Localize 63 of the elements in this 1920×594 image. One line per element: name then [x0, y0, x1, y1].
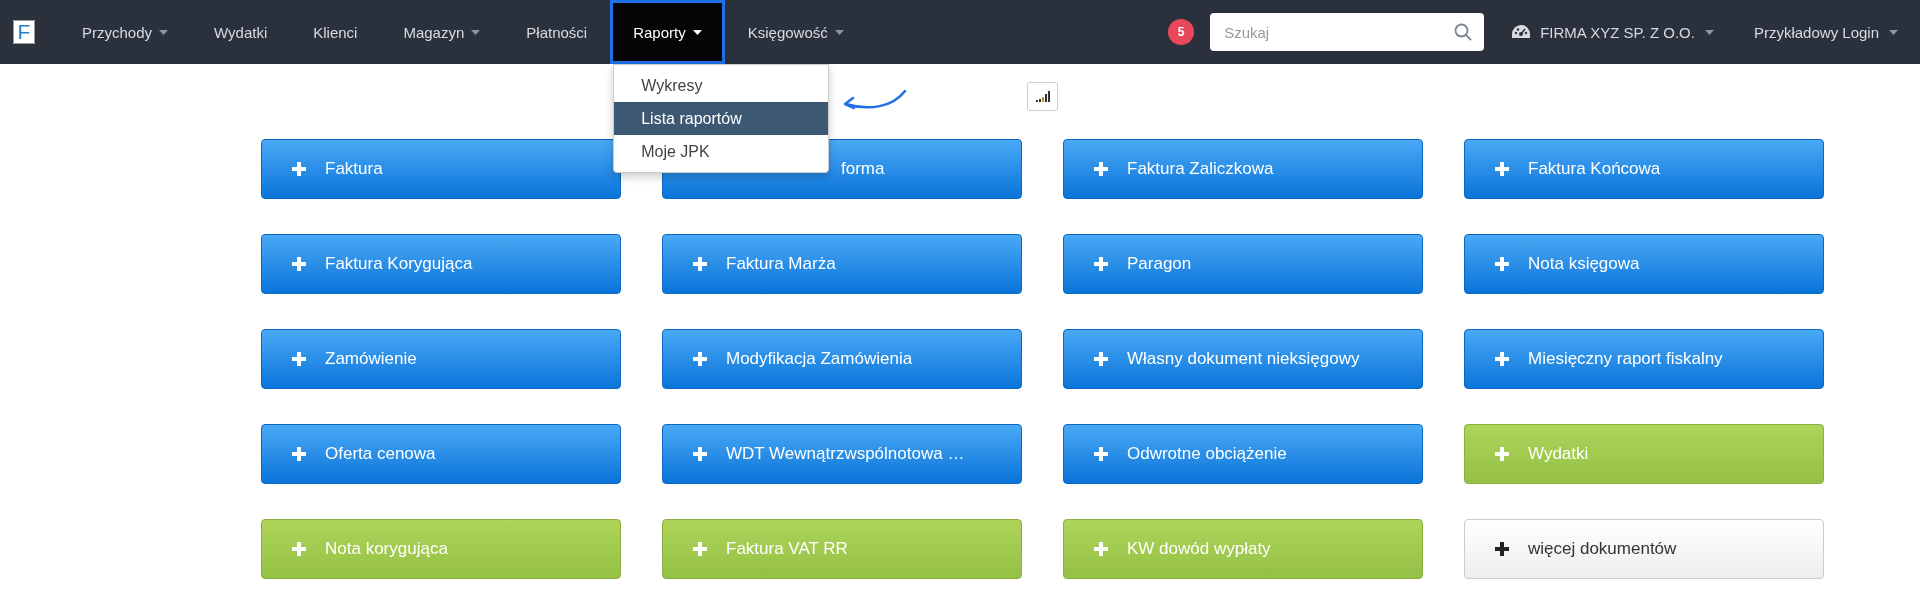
- plus-icon: [1094, 162, 1108, 176]
- plus-icon: [1495, 162, 1509, 176]
- new-document-button[interactable]: Faktura Końcowa: [1464, 139, 1824, 199]
- new-document-button[interactable]: KW dowód wypłaty: [1063, 519, 1423, 579]
- new-document-button[interactable]: Faktura: [261, 139, 621, 199]
- plus-icon: [292, 352, 306, 366]
- caret-icon: [1704, 29, 1714, 35]
- search-field[interactable]: Szukaj: [1210, 13, 1485, 51]
- chart-toggle-button[interactable]: [1027, 82, 1058, 111]
- nav-item[interactable]: Raporty: [610, 0, 725, 64]
- new-document-button[interactable]: Paragon: [1063, 234, 1423, 294]
- plus-icon: [1094, 352, 1108, 366]
- caret-icon: [692, 29, 702, 35]
- new-document-button[interactable]: Wydatki: [1464, 424, 1824, 484]
- nav-item[interactable]: Księgowość: [724, 0, 867, 64]
- plus-icon: [1495, 352, 1509, 366]
- nav-item[interactable]: Wydatki: [191, 0, 291, 64]
- menu-item[interactable]: Wykresy: [614, 69, 829, 102]
- new-document-button[interactable]: Faktura VAT RR: [662, 519, 1022, 579]
- dashboard-icon: [1512, 25, 1531, 39]
- new-document-button[interactable]: Faktura Zaliczkowa: [1063, 139, 1423, 199]
- new-document-button[interactable]: więcej dokumentów: [1464, 519, 1824, 579]
- notification-badge[interactable]: 5: [1168, 19, 1195, 45]
- new-document-button[interactable]: Faktura Marża: [662, 234, 1022, 294]
- nav-item[interactable]: Płatności: [503, 0, 611, 64]
- app-logo[interactable]: F: [13, 20, 35, 44]
- new-document-button[interactable]: Modyfikacja Zamówienia: [662, 329, 1022, 389]
- search-icon[interactable]: [1454, 23, 1473, 41]
- curved-arrow-icon: [843, 90, 907, 112]
- new-document-button[interactable]: Zamówienie: [261, 329, 621, 389]
- caret-icon: [834, 29, 844, 35]
- plus-icon: [1495, 542, 1509, 556]
- plus-icon: [693, 447, 707, 461]
- menu-item[interactable]: Lista raportów: [614, 102, 829, 135]
- plus-icon: [292, 542, 306, 556]
- plus-icon: [292, 257, 306, 271]
- new-document-button[interactable]: WDT Wewnątrzwspólnotowa …: [662, 424, 1022, 484]
- plus-icon: [693, 352, 707, 366]
- nav-item[interactable]: Klienci: [290, 0, 381, 64]
- new-document-button[interactable]: Nota korygująca: [261, 519, 621, 579]
- new-document-button[interactable]: Odwrotne obciążenie: [1063, 424, 1423, 484]
- plus-icon: [693, 257, 707, 271]
- plus-icon: [1094, 447, 1108, 461]
- new-document-button[interactable]: Oferta cenowa: [261, 424, 621, 484]
- signal-bars-icon: [1035, 91, 1050, 102]
- caret-icon: [159, 29, 169, 35]
- plus-icon: [1495, 447, 1509, 461]
- caret-icon: [471, 29, 481, 35]
- new-document-button[interactable]: Nota księgowa: [1464, 234, 1824, 294]
- plus-icon: [1495, 257, 1509, 271]
- new-document-button[interactable]: Faktura Korygująca: [261, 234, 621, 294]
- nav-item[interactable]: Przychody: [59, 0, 192, 64]
- plus-icon: [292, 162, 306, 176]
- new-document-button[interactable]: Miesięczny raport fiskalny: [1464, 329, 1824, 389]
- new-document-button[interactable]: Własny dokument nieksięgowy: [1063, 329, 1423, 389]
- plus-icon: [1094, 542, 1108, 556]
- caret-icon: [1889, 29, 1898, 35]
- plus-icon: [292, 447, 306, 461]
- user-menu[interactable]: Przykładowy Login: [1753, 23, 1879, 41]
- company-menu[interactable]: FIRMA XYZ SP. Z O.O.: [1540, 23, 1695, 41]
- nav-item[interactable]: Magazyn: [380, 0, 504, 64]
- plus-icon: [1094, 257, 1108, 271]
- plus-icon: [693, 542, 707, 556]
